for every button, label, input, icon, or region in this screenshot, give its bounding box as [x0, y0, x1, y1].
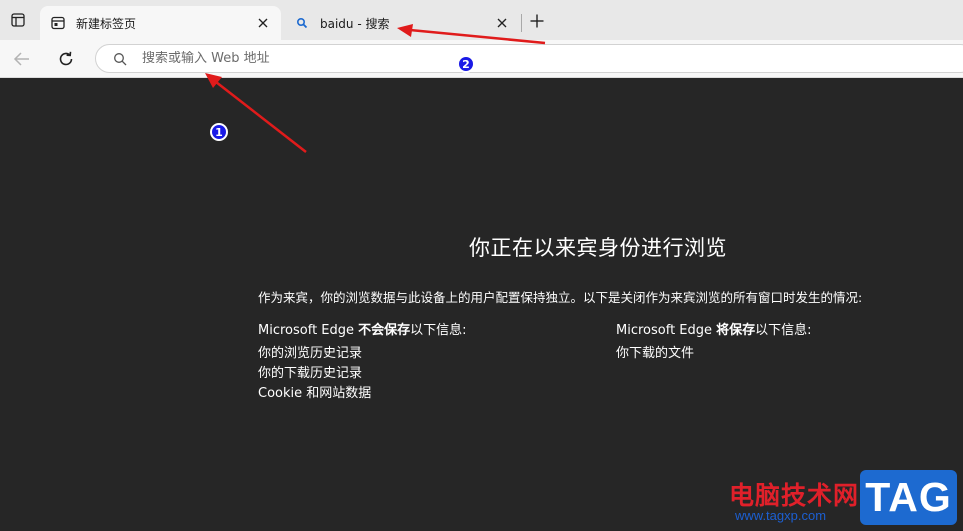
refresh-button[interactable] — [53, 46, 79, 72]
back-arrow-icon — [13, 52, 29, 66]
heading-prefix: Microsoft Edge — [616, 323, 717, 338]
heading-bold: 不会保存 — [358, 323, 411, 338]
list-item: 你的浏览历史记录 — [258, 346, 363, 361]
refresh-icon — [59, 51, 73, 66]
plus-icon — [530, 14, 544, 28]
heading-suffix: 以下信息: — [755, 323, 812, 338]
annotation-badge-1: 1 — [210, 123, 228, 141]
heading-prefix: Microsoft Edge — [258, 323, 359, 338]
saved-section: Microsoft Edge 将保存以下信息: 你下载的文件 — [616, 319, 812, 364]
address-input[interactable] — [142, 51, 963, 66]
not-saved-heading: Microsoft Edge 不会保存以下信息: — [258, 319, 467, 338]
list-item: 你的下载历史记录 — [258, 366, 363, 381]
new-tab-page-icon — [50, 15, 66, 31]
close-icon[interactable] — [494, 15, 510, 31]
tab-title: baidu - 搜索 — [320, 16, 390, 31]
list-item: Cookie 和网站数据 — [258, 386, 372, 401]
saved-heading: Microsoft Edge 将保存以下信息: — [616, 319, 812, 338]
tab-new-tab-page[interactable]: 新建标签页 — [40, 6, 281, 40]
close-icon[interactable] — [255, 15, 271, 31]
watermark-url: www.tagxp.com — [735, 508, 827, 523]
search-icon — [294, 15, 310, 31]
new-tab-button[interactable] — [526, 10, 548, 32]
guest-page: 你正在以来宾身份进行浏览 作为来宾，你的浏览数据与此设备上的用户配置保持独立。以… — [0, 78, 963, 531]
back-button[interactable] — [9, 46, 35, 72]
watermark-logo: TAG — [860, 470, 957, 525]
tab-title: 新建标签页 — [76, 16, 137, 31]
page-title: 你正在以来宾身份进行浏览 — [469, 236, 727, 260]
toolbar — [0, 40, 963, 78]
heading-suffix: 以下信息: — [410, 323, 467, 338]
tab-actions-icon[interactable] — [6, 8, 30, 32]
annotation-badge-2: 2 — [457, 55, 475, 73]
tab-baidu-search[interactable]: baidu - 搜索 — [284, 6, 520, 40]
not-saved-section: Microsoft Edge 不会保存以下信息: 你的浏览历史记录 你的下载历史… — [258, 319, 467, 404]
heading-bold: 将保存 — [716, 323, 756, 338]
list-item: 你下载的文件 — [616, 346, 695, 361]
address-bar[interactable] — [95, 44, 963, 73]
tab-separator — [521, 14, 522, 32]
tab-strip: 新建标签页 baidu - 搜索 — [0, 0, 963, 40]
search-icon — [112, 51, 128, 67]
intro-text: 作为来宾，你的浏览数据与此设备上的用户配置保持独立。以下是关闭作为来宾浏览的所有… — [258, 290, 863, 305]
watermark-site-name: 电脑技术网 — [729, 481, 860, 510]
